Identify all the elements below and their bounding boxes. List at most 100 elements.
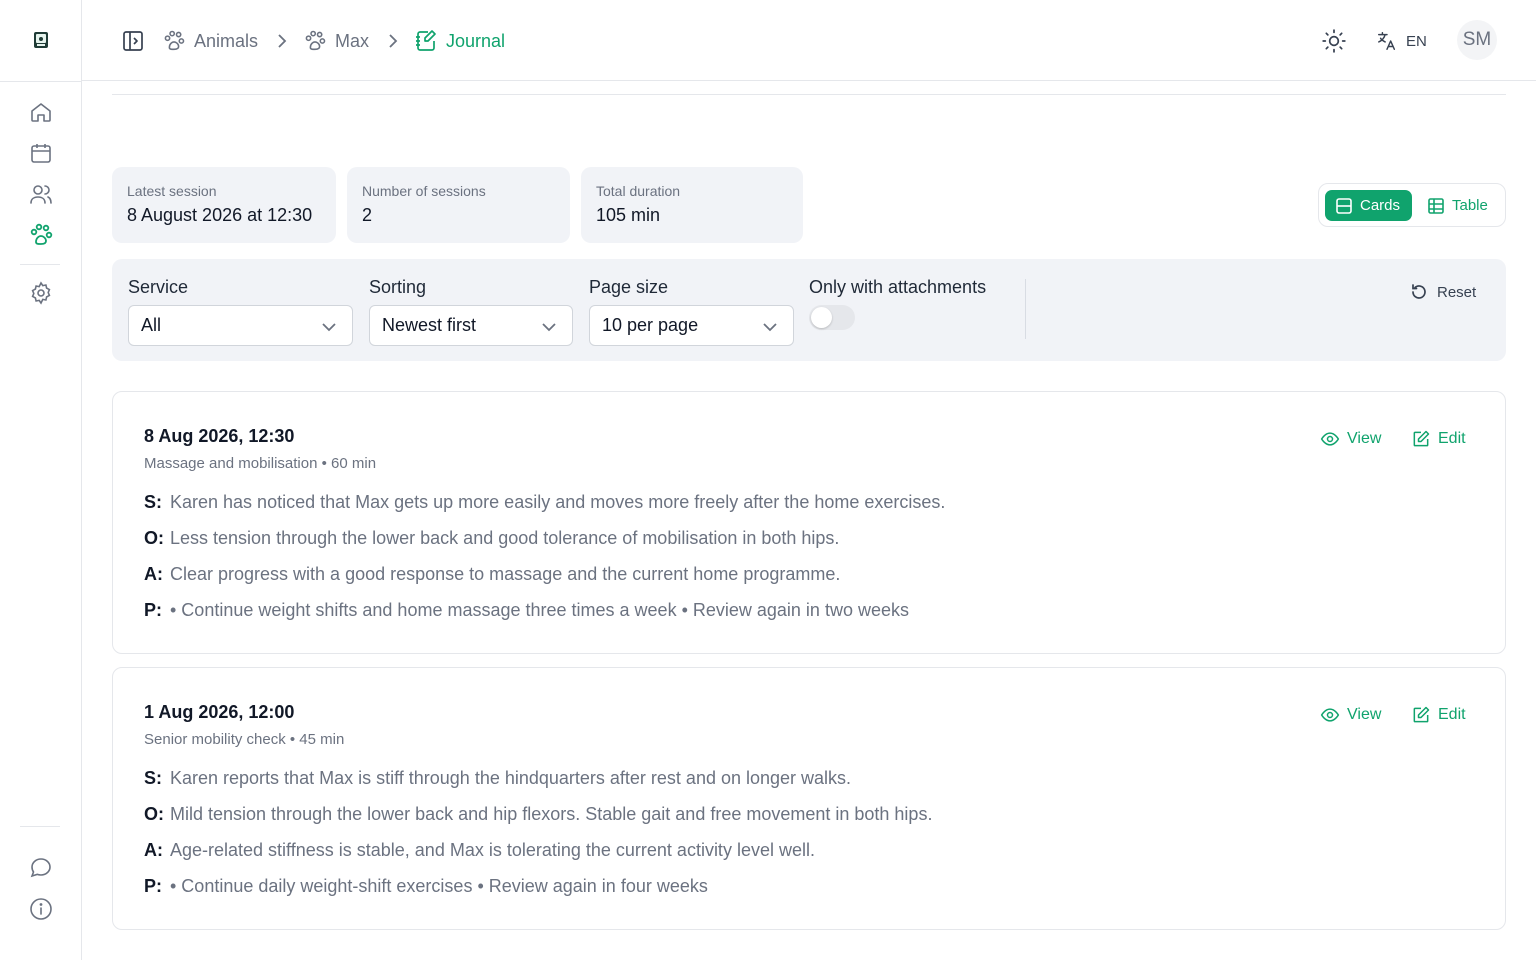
reset-button[interactable]: Reset [1409,281,1476,303]
reset-icon [1412,284,1426,299]
session-subtitle: Senior mobility check • 45 min [144,731,345,748]
eye-icon [1320,708,1340,722]
sidebar-divider-bottom [20,826,60,827]
soap-key: S: [144,768,162,788]
stat-number-of-sessions: Number of sessions 2 [347,167,570,243]
sidebar-toggle-icon[interactable] [120,26,146,56]
view-label: View [1347,430,1382,447]
info-icon[interactable] [28,896,54,922]
chevron-right-icon [274,30,290,52]
chat-icon[interactable] [28,855,54,881]
filter-divider [1025,279,1026,339]
calendar-icon[interactable] [28,140,54,166]
home-icon[interactable] [28,99,54,125]
edit-button[interactable]: Edit [1411,428,1466,450]
sidebar [0,0,82,960]
soap-text: Karen has noticed that Max gets up more … [170,492,946,512]
gear-icon[interactable] [28,280,54,306]
service-select[interactable]: All [128,305,353,346]
language-label: EN [1406,32,1427,50]
edit-label: Edit [1438,430,1466,447]
page-size-select-value: 10 per page [602,315,699,335]
soap-text: Clear progress with a good response to m… [170,564,841,584]
paw-icon[interactable] [28,222,54,248]
soap-key: A: [144,840,163,860]
soap-subjective: S: Karen has noticed that Max gets up mor… [144,492,945,513]
translate-icon [1378,32,1396,50]
soap-key: P: [144,876,162,896]
stat-total-duration: Total duration 105 min [581,167,803,243]
session-card: 8 Aug 2026, 12:30 Massage and mobilisati… [112,391,1506,654]
soap-text: Age-related stiffness is stable, and Max… [170,840,815,860]
sun-icon[interactable] [1320,26,1348,56]
chevron-down-icon [322,323,336,332]
stat-value: 8 August 2026 at 12:30 [127,205,313,225]
view-button[interactable]: View [1320,428,1381,450]
sidebar-divider [20,264,60,265]
session-subtitle: Massage and mobilisation • 60 min [144,455,377,472]
soap-key: O: [144,528,164,548]
breadcrumb-label: Journal [446,30,506,51]
eye-icon [1320,432,1340,446]
soap-key: A: [144,564,163,584]
language-switcher[interactable]: EN [1376,26,1427,56]
cards-view-label: Cards [1360,197,1401,214]
users-icon[interactable] [28,181,54,207]
breadcrumb-animals[interactable]: Animals [162,26,258,56]
cards-view-button[interactable]: Cards [1325,190,1412,221]
app-logo-icon[interactable] [28,27,53,52]
soap-assessment: A: Age-related stiffness is stable, and M… [144,840,815,861]
filter-bar: Service All Sorting Newest first Page si… [112,259,1506,361]
stat-latest-session: Latest session 8 August 2026 at 12:30 [112,167,336,243]
paw-icon [164,30,185,51]
view-label: View [1347,706,1382,723]
table-view-label: Table [1452,197,1488,214]
soap-key: S: [144,492,162,512]
session-date: 8 Aug 2026, 12:30 [144,426,295,446]
soap-objective: O: Mild tension through the lower back an… [144,804,932,825]
edit-label: Edit [1438,706,1466,723]
soap-text: • Continue weight shifts and home massag… [170,600,909,620]
soap-text: Mild tension through the lower back and … [170,804,933,824]
soap-subjective: S: Karen reports that Max is stiff throug… [144,768,851,789]
top-bar: Animals Max Journal EN SM [82,0,1536,81]
avatar[interactable]: SM [1457,20,1497,60]
cards-icon [1336,197,1352,214]
edit-icon [1413,706,1430,723]
soap-text: Karen reports that Max is stiff through … [170,768,852,788]
view-toggle: Cards Table [1318,183,1506,227]
sorting-select[interactable]: Newest first [369,305,573,346]
chevron-down-icon [763,323,777,332]
session-card: 1 Aug 2026, 12:00 Senior mobility check … [112,667,1506,930]
toggle-knob [811,307,832,328]
sidebar-header-divider [0,81,82,82]
reset-label: Reset [1437,283,1477,301]
chevron-down-icon [542,323,556,332]
service-label: Service [128,277,189,297]
view-button[interactable]: View [1320,704,1381,726]
soap-text: • Continue daily weight-shift exercises … [170,876,708,896]
table-view-button[interactable]: Table [1417,190,1501,221]
breadcrumb-max[interactable]: Max [303,26,369,56]
chevron-right-icon [385,30,401,52]
stat-label: Total duration [596,183,681,199]
soap-key: O: [144,804,164,824]
stat-value: 105 min [596,205,661,225]
soap-objective: O: Less tension through the lower back an… [144,528,839,549]
stat-value: 2 [362,205,373,225]
edit-button[interactable]: Edit [1411,704,1466,726]
page-size-select[interactable]: 10 per page [589,305,794,346]
paw-icon [305,30,326,51]
sorting-label: Sorting [369,277,427,297]
stat-label: Number of sessions [362,183,486,199]
service-select-value: All [141,315,162,335]
soap-key: P: [144,600,162,620]
attachments-label: Only with attachments [809,277,987,297]
sorting-select-value: Newest first [382,315,477,335]
page-size-label: Page size [589,277,669,297]
stat-label: Latest session [127,183,217,199]
soap-plan: P: • Continue weight shifts and home mass… [144,600,909,621]
breadcrumb-label: Max [335,30,370,51]
attachments-toggle[interactable] [809,305,855,330]
table-icon [1428,197,1444,214]
